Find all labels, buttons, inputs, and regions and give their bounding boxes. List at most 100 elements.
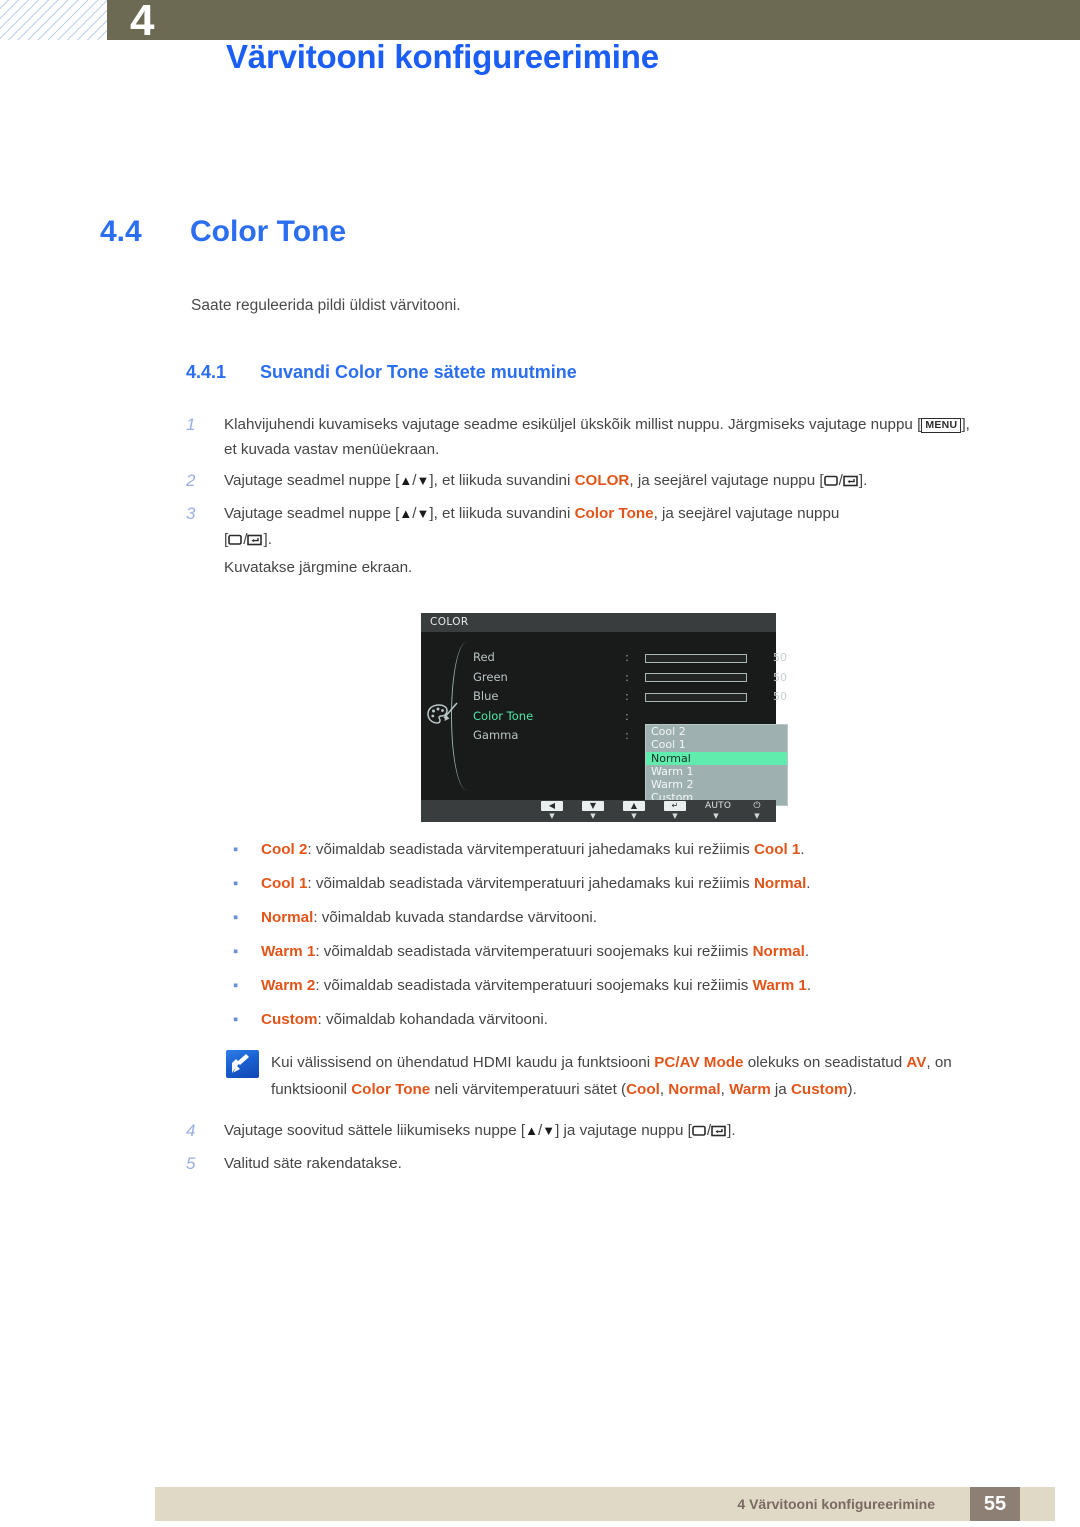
power-button[interactable]: ⏻ ▼ [746,801,768,820]
osd-slider[interactable] [645,653,747,663]
option-term: Warm 1 [261,943,316,960]
option-term: Cool 1 [261,875,308,892]
option-ref: Cool 1 [753,841,801,858]
up-button[interactable]: ▲ ▼ [623,801,645,820]
list-item: ▪ Warm 1: võimaldab seadistada värvitemp… [228,940,1018,963]
power-icon: ⏻ [753,801,761,811]
note-b: olekuks on seadistatud [743,1054,907,1071]
source-button-icon [692,1124,707,1141]
osd-row-label: Blue [473,689,499,703]
step-3-text-a: Vajutage seadmel nuppe [ [224,505,400,522]
button-caret-icon: ▼ [631,812,637,820]
enter-button[interactable]: ↵ ▼ [664,801,686,820]
dropdown-option-warm1[interactable]: Warm 1 [646,765,787,778]
header-title: Värvitooni konfigureerimine [226,38,659,75]
list-item: ▪ Normal: võimaldab kuvada standardse vä… [228,906,1018,929]
osd-row-label: Red [473,650,495,664]
button-caret-icon: ▼ [590,812,596,820]
list-item-text: Warm 1: võimaldab seadistada värvitemper… [261,940,809,963]
dropdown-option-cool1[interactable]: Cool 1 [646,738,787,751]
osd-row[interactable]: Red : 50 [473,648,787,668]
dropdown-option-cool2[interactable]: Cool 2 [646,725,787,738]
osd-row[interactable]: Green : 50 [473,668,787,688]
down-arrow-icon: ▼ [542,1123,556,1138]
osd-row-colon: : [625,669,629,684]
enter-button-icon [247,533,263,550]
note-f: , [720,1081,730,1098]
note-h: ). [847,1081,857,1098]
bullet-icon: ▪ [233,909,239,926]
step-4-text-b: ] ja vajutage nuppu [ [555,1122,692,1139]
option-ref: Normal [753,875,807,892]
option-ref: Warm 1 [752,977,807,994]
list-item: ▪ Cool 1: võimaldab seadistada värvitemp… [228,872,1018,895]
dropdown-option-warm2[interactable]: Warm 2 [646,778,787,791]
dropdown-option-normal[interactable]: Normal [646,751,787,765]
step-2-text-b: ], et liikuda suvandini [429,472,575,489]
step-number: 3 [186,504,196,523]
button-caret-icon: ▼ [713,812,719,820]
option-desc: : võimaldab seadistada värvitemperatuuri… [307,841,754,858]
steps-list: 1 Klahvijuhendi kuvamiseks vajutage sead… [186,412,986,587]
button-caret-icon: ▼ [754,812,760,820]
osd-row-label: Gamma [473,728,519,742]
option-end: . [806,875,811,892]
option-color: COLOR [574,472,630,489]
note-term-warm: Warm [729,1081,771,1098]
list-item-text: Normal: võimaldab kuvada standardse värv… [261,906,597,929]
source-button-icon [823,474,839,491]
option-desc: : võimaldab seadistada värvitemperatuuri… [315,943,753,960]
subsection-number: 4.4.1 [186,362,227,382]
osd-body: Red : 50 Green : 50 Blue : 50 Color Tone… [421,632,788,806]
down-button[interactable]: ▼ ▼ [582,801,604,820]
up-arrow-icon: ▲ [399,473,413,488]
note-term-av: AV [906,1054,927,1071]
note-d: neli värvitemperatuuri sätet ( [430,1081,627,1098]
note-pen-icon [226,1050,259,1078]
section-intro: Saate reguleerida pildi üldist värvitoon… [191,297,461,314]
option-desc: : võimaldab seadistada värvitemperatuuri… [315,977,753,994]
step-2-text-a: Vajutage seadmel nuppe [ [224,472,400,489]
note-a: Kui välissisend on ühendatud HDMI kaudu … [271,1054,655,1071]
note-box: Kui välissisend on ühendatud HDMI kaudu … [226,1049,1016,1103]
osd-row[interactable]: Blue : 50 [473,687,787,707]
auto-label: AUTO [705,801,732,811]
up-arrow-icon: ▲ [525,1123,538,1138]
section-number: 4.4 [100,215,142,248]
note-term-cool: Cool [626,1081,660,1098]
palette-icon [426,700,460,730]
option-end: . [806,977,812,994]
osd-row-colon: : [625,650,629,664]
list-item-text: Cool 2: võimaldab seadistada värvitemper… [261,838,805,861]
option-color-tone: Color Tone [574,505,654,522]
osd-row-colon: : [625,708,629,723]
step-number: 1 [186,415,196,434]
auto-button[interactable]: AUTO ▼ [705,801,732,820]
bullet-icon: ▪ [233,1011,239,1028]
note-term-normal: Normal [668,1081,721,1098]
section-title: Color Tone [190,215,347,248]
color-tone-dropdown[interactable]: Cool 2 Cool 1 Normal Warm 1 Warm 2 Custo… [645,724,788,806]
up-arrow-icon: ▲ [623,801,645,811]
step-3-text-e: Kuvatakse järgmine ekraan. [224,559,413,576]
note-e: , [659,1081,669,1098]
osd-slider[interactable] [645,673,747,682]
osd-row-value: 50 [773,651,787,664]
subsection-heading: 4.4.1 Suvandi Color Tone sätete muutmine [186,362,577,383]
step-item: 2 Vajutage seadmel nuppe [▲/▼], et liiku… [186,468,986,495]
subsection-title: Suvandi Color Tone sätete muutmine [260,362,577,382]
note-text: Kui välissisend on ühendatud HDMI kaudu … [259,1049,1016,1103]
step-number: 2 [186,471,196,490]
osd-row-value: 50 [773,690,787,703]
step-text: Valitud säte rakendatakse. [224,1155,402,1172]
osd-row-label: Green [473,669,508,684]
color-tone-options-list: ▪ Cool 2: võimaldab seadistada värvitemp… [228,838,1018,1042]
note-g: ja [770,1081,791,1098]
osd-slider[interactable] [645,692,747,702]
enter-arrow-icon: ↵ [664,801,686,811]
step-text: Vajutage soovitud sättele liikumiseks nu… [224,1118,736,1145]
list-item: ▪ Cool 2: võimaldab seadistada värvitemp… [228,838,1018,861]
left-button[interactable]: ◀ ▼ [541,801,563,820]
button-caret-icon: ▼ [672,812,678,820]
step-3-text-c: , ja seejärel vajutage nuppu [653,505,840,522]
